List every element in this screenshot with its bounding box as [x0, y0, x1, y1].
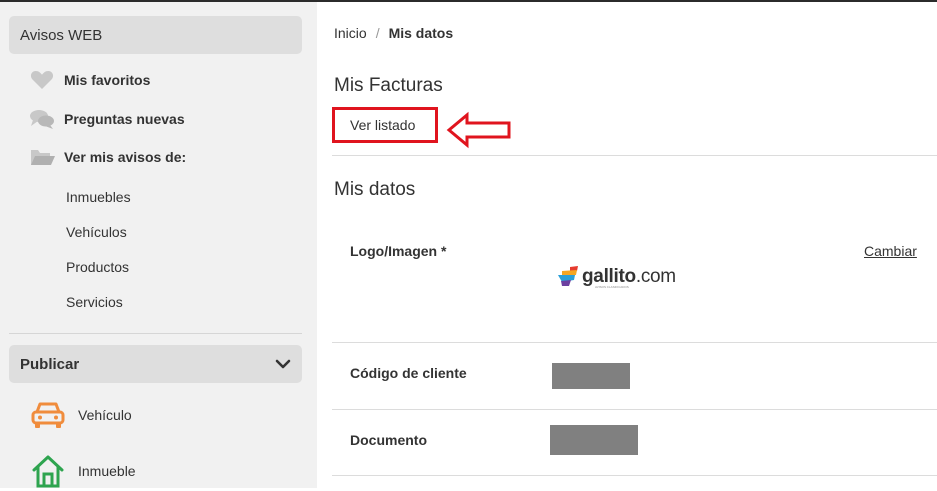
sidebar-item-label: Ver mis avisos de: [64, 149, 187, 165]
breadcrumb-separator: / [375, 25, 380, 41]
folder-open-icon [30, 147, 55, 167]
publicar-inmueble-label: Inmueble [78, 463, 136, 479]
publicar-header-label: Publicar [20, 355, 80, 373]
sidebar-item-label: Preguntas nuevas [64, 111, 185, 127]
company-logo: gallito.com AVISOS CLASIFICADOS [556, 264, 676, 289]
breadcrumb: Inicio / Mis datos [334, 25, 453, 41]
sidebar-divider [9, 333, 302, 334]
sidebar-item-preguntas[interactable]: Preguntas nuevas [30, 109, 185, 129]
chevron-down-icon[interactable] [275, 356, 291, 376]
sidebar-item-label: Mis favoritos [64, 72, 151, 88]
sidebar-subitem-vehiculos[interactable]: Vehículos [66, 224, 127, 240]
publicar-vehiculo[interactable]: Vehículo [30, 398, 132, 432]
ver-listado-link[interactable]: Ver listado [332, 107, 438, 143]
mis-datos-title: Mis datos [334, 179, 416, 200]
documento-label: Documento [350, 432, 427, 448]
breadcrumb-home[interactable]: Inicio [334, 25, 367, 41]
codigo-cliente-label: Código de cliente [350, 365, 467, 381]
logo-brand-bold: gallito [582, 265, 636, 287]
codigo-cliente-redacted-value [552, 363, 630, 389]
logo-tagline: AVISOS CLASIFICADOS [595, 285, 629, 289]
sidebar-item-favoritos[interactable]: Mis favoritos [30, 70, 150, 90]
heart-icon [30, 70, 54, 90]
publicar-vehiculo-label: Vehículo [78, 407, 132, 423]
divider [332, 409, 937, 410]
avisos-web-header[interactable]: Avisos WEB [9, 16, 302, 54]
publicar-inmueble[interactable]: Inmueble [30, 454, 136, 488]
publicar-header[interactable]: Publicar [9, 345, 302, 383]
sidebar-item-ver-avisos[interactable]: Ver mis avisos de: [30, 147, 186, 167]
cambiar-link[interactable]: Cambiar [864, 243, 917, 259]
avisos-web-header-label: Avisos WEB [20, 26, 103, 44]
sidebar-subitem-productos[interactable]: Productos [66, 259, 129, 275]
sidebar-subitem-servicios[interactable]: Servicios [66, 294, 123, 310]
mis-facturas-title: Mis Facturas [334, 75, 443, 96]
sidebar: Avisos WEB Mis favoritos Preguntas nueva… [0, 2, 317, 488]
divider [332, 475, 937, 476]
sidebar-subitem-inmuebles[interactable]: Inmuebles [66, 189, 131, 205]
logo-brand-suffix: .com [635, 265, 676, 287]
divider [332, 155, 937, 156]
car-icon [30, 398, 66, 432]
logo-imagen-label: Logo/Imagen * [350, 243, 447, 259]
chat-bubbles-icon [30, 109, 54, 129]
gallito-logo-icon [558, 266, 578, 286]
house-icon [30, 454, 66, 488]
ver-listado-label: Ver listado [350, 117, 416, 133]
breadcrumb-current: Mis datos [388, 25, 454, 41]
divider [332, 342, 937, 343]
documento-redacted-value [550, 425, 638, 455]
arrow-left-icon [446, 111, 511, 149]
